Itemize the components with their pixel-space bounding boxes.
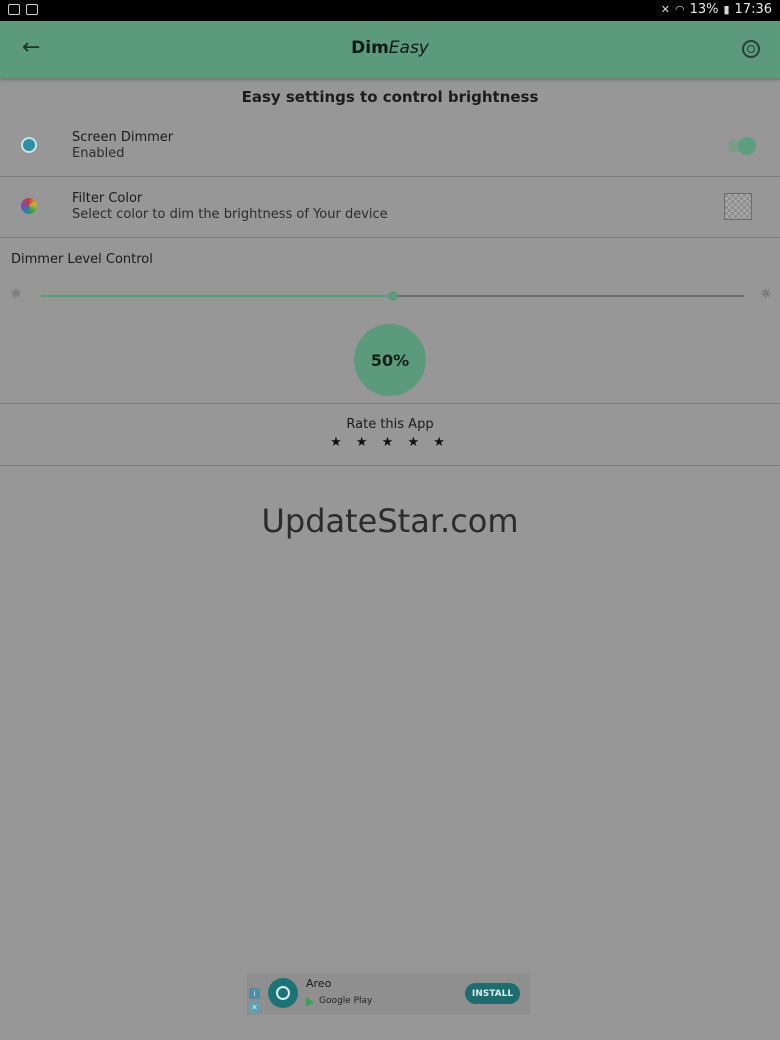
filter-color-swatch[interactable] bbox=[724, 193, 752, 220]
ad-install-button[interactable]: INSTALL bbox=[465, 983, 520, 1004]
brightness-icon bbox=[21, 137, 37, 153]
screen-dimmer-status: Enabled bbox=[72, 146, 125, 161]
brightness-high-icon: ☼ bbox=[760, 287, 772, 302]
page-subtitle: Easy settings to control brightness bbox=[241, 88, 539, 106]
dimmer-level-label: Dimmer Level Control bbox=[11, 252, 153, 267]
filter-color-title: Filter Color bbox=[72, 191, 143, 206]
screen-record-icon bbox=[8, 4, 20, 15]
google-play-icon bbox=[306, 997, 314, 1007]
status-bar: ✕ ◠ 13% ▮ 17:36 bbox=[0, 0, 780, 21]
app-title: DimEasy bbox=[0, 38, 780, 58]
ad-store-label: Google Play bbox=[319, 996, 373, 1006]
app-bar: ← DimEasy bbox=[0, 21, 780, 78]
clock: 17:36 bbox=[734, 2, 772, 17]
image-icon bbox=[26, 4, 38, 15]
ad-app-logo[interactable] bbox=[268, 978, 298, 1008]
app-title-dim: Dim bbox=[351, 38, 389, 58]
ad-banner[interactable]: i ✕ Areo Google Play INSTALL bbox=[247, 973, 530, 1015]
mute-icon: ✕ bbox=[660, 3, 670, 16]
ad-close-icon[interactable]: ✕ bbox=[249, 1002, 260, 1013]
divider bbox=[0, 176, 780, 177]
screen-dimmer-title: Screen Dimmer bbox=[72, 130, 174, 145]
dimmer-level-indicator: 50% bbox=[354, 324, 426, 396]
dimmer-slider-thumb[interactable] bbox=[387, 291, 398, 301]
rating-stars[interactable]: ★ ★ ★ ★ ★ bbox=[0, 435, 780, 450]
status-bar-left bbox=[8, 4, 38, 15]
divider bbox=[0, 465, 780, 466]
divider bbox=[0, 237, 780, 238]
color-wheel-icon bbox=[21, 198, 37, 214]
watermark: UpdateStar.com bbox=[261, 502, 519, 540]
dimmer-level-value: 50% bbox=[370, 350, 410, 370]
battery-icon: ▮ bbox=[723, 3, 730, 16]
screen-dimmer-toggle-knob[interactable] bbox=[738, 137, 756, 155]
status-bar-right: ✕ ◠ 13% ▮ 17:36 bbox=[661, 2, 772, 17]
rate-app-label[interactable]: Rate this App bbox=[0, 417, 780, 432]
ad-app-name: Areo bbox=[306, 977, 332, 990]
battery-level: 13% bbox=[689, 2, 719, 17]
wifi-icon: ◠ bbox=[674, 3, 685, 16]
app-title-easy: Easy bbox=[388, 38, 429, 58]
ad-info-icon[interactable]: i bbox=[249, 988, 260, 999]
settings-icon[interactable] bbox=[742, 40, 760, 58]
brightness-low-icon: ☼ bbox=[10, 287, 22, 302]
dimmer-slider-fill bbox=[41, 295, 393, 297]
divider bbox=[0, 403, 780, 404]
filter-color-subtitle: Select color to dim the brightness of Yo… bbox=[72, 207, 388, 222]
